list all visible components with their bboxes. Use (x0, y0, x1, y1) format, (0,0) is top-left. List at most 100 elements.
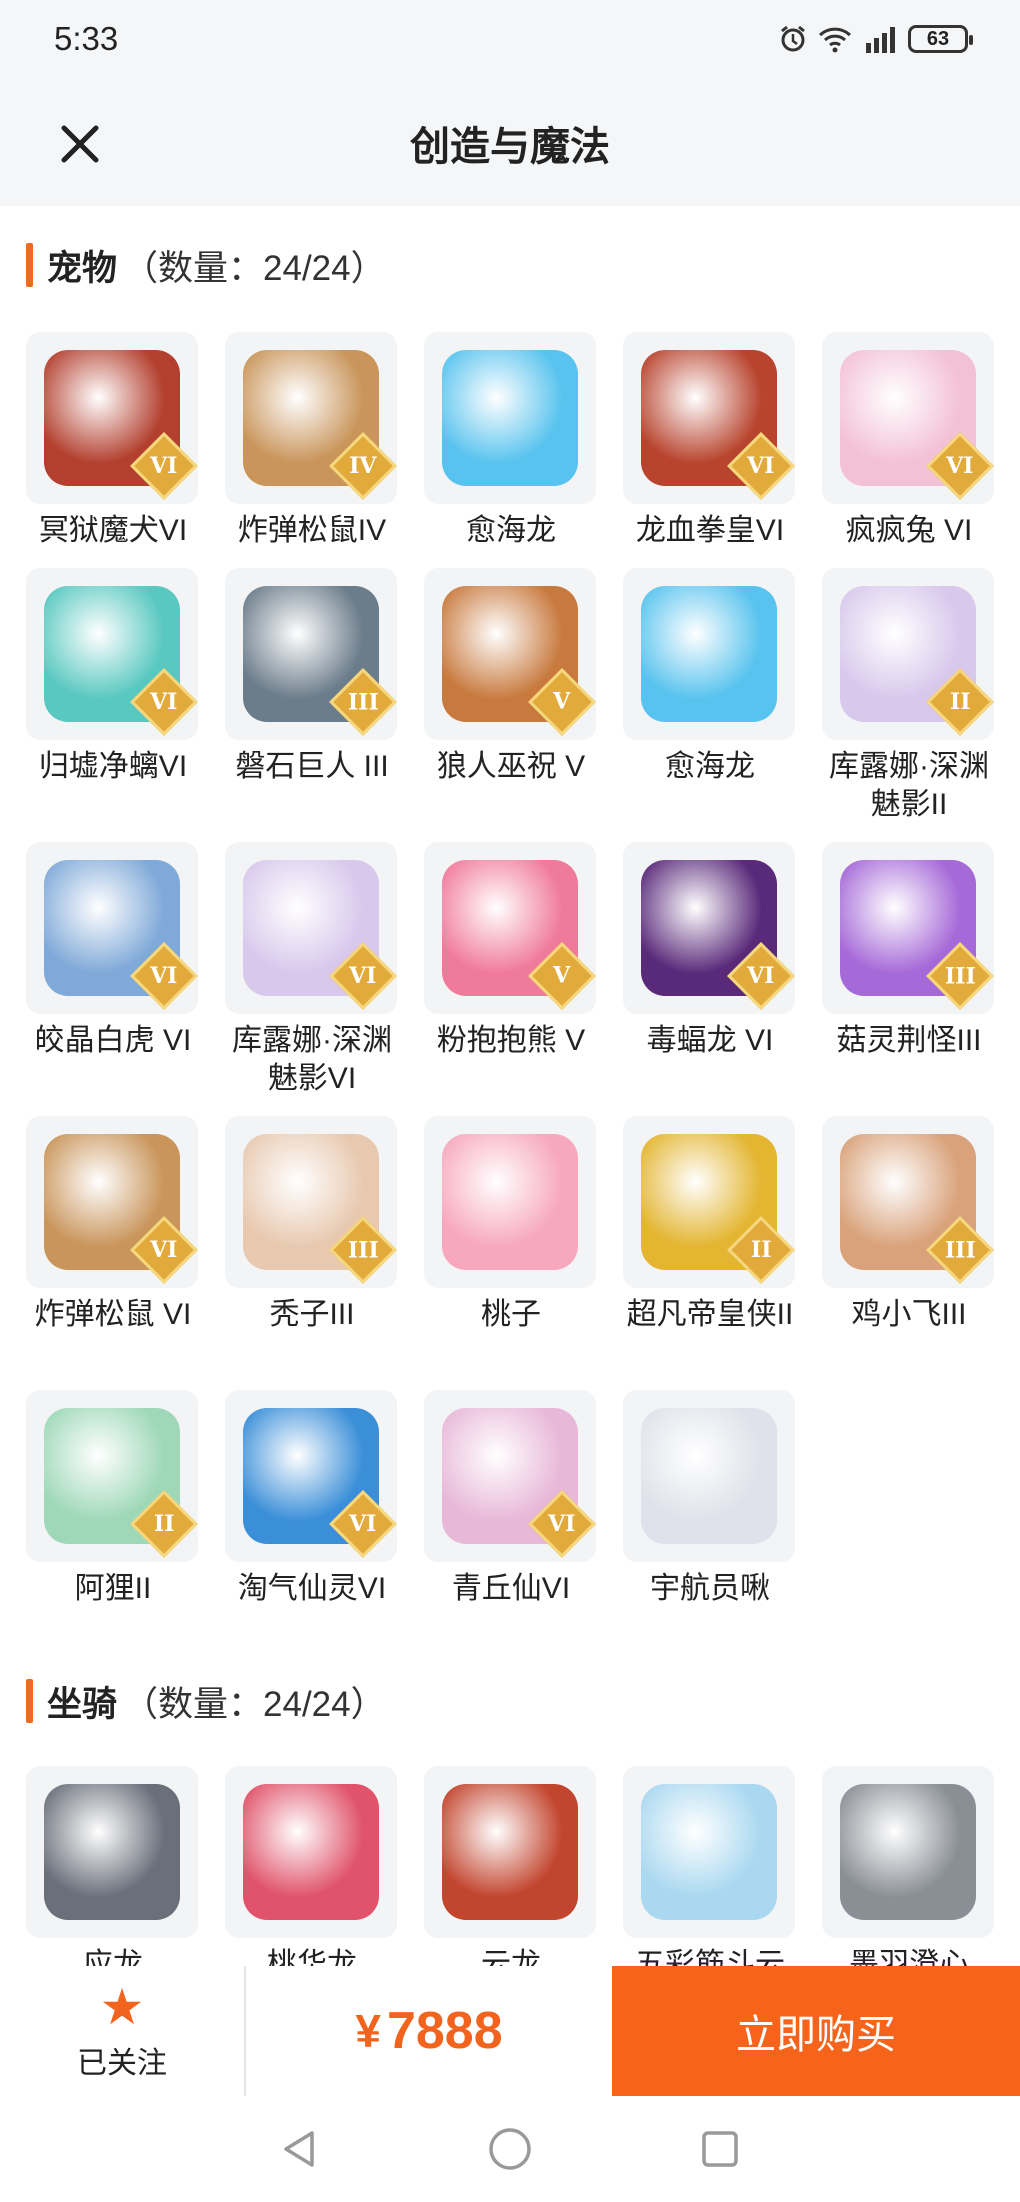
item-image (641, 1784, 777, 1920)
item-card[interactable]: III 菇灵荆怪III (822, 842, 996, 1060)
item-image (442, 1134, 578, 1270)
item-thumbnail: IV (225, 332, 397, 504)
alarm-icon (781, 25, 805, 52)
item-card[interactable]: II 阿狸II (26, 1390, 200, 1608)
section-header-mounts: 坐骑 （数量：24/24） (26, 1676, 386, 1726)
recents-square-icon (702, 2131, 738, 2167)
rank-label: VI (150, 453, 178, 479)
item-thumbnail (623, 1766, 795, 1938)
item-thumbnail (424, 1116, 596, 1288)
item-card[interactable]: V 狼人巫祝 V (424, 568, 598, 786)
item-name: 疯疯兔 VI (845, 514, 973, 547)
item-card[interactable]: VI 冥狱魔犬VI (26, 332, 200, 550)
item-name: 毒蝠龙 VI (646, 1024, 774, 1057)
item-thumbnail: VI (623, 842, 795, 1014)
item-card[interactable]: 宇航员啾 (623, 1390, 797, 1608)
item-card[interactable]: V 粉抱抱熊 V (424, 842, 598, 1060)
item-card[interactable]: VI 淘气仙灵VI (225, 1390, 399, 1608)
item-card[interactable]: 桃子 (424, 1116, 598, 1334)
item-card[interactable]: VI 皎晶白虎 VI (26, 842, 200, 1060)
system-nav-bar (0, 2096, 1020, 2202)
rank-label: VI (349, 963, 377, 989)
item-thumbnail: V (424, 568, 596, 740)
item-thumbnail (623, 1390, 795, 1562)
item-thumbnail: V (424, 842, 596, 1014)
item-card[interactable]: III 秃子III (225, 1116, 399, 1334)
item-card[interactable]: III 鸡小飞III (822, 1116, 996, 1334)
item-name: 冥狱魔犬VI (38, 514, 188, 547)
rank-label: II (949, 689, 971, 715)
item-card[interactable]: 应龙 (26, 1766, 200, 1966)
item-card[interactable]: VI 库露娜·深渊魅影VI (225, 842, 399, 1098)
item-thumbnail: VI (822, 332, 994, 504)
rank-label: IV (349, 453, 377, 479)
item-name: 淘气仙灵VI (237, 1572, 387, 1605)
item-name: 桃华龙 (267, 1948, 357, 1966)
item-card[interactable]: VI 炸弹松鼠 VI (26, 1116, 200, 1334)
item-card[interactable]: VI 疯疯兔 VI (822, 332, 996, 550)
item-card[interactable]: 墨羽澄心 (822, 1766, 996, 1966)
item-thumbnail: VI (26, 568, 198, 740)
recents-nav-button[interactable] (690, 2119, 750, 2179)
rank-label: II (153, 1511, 175, 1537)
back-nav-button[interactable] (270, 2119, 330, 2179)
item-name: 磐石巨人 III (235, 750, 389, 783)
rank-label: V (553, 688, 571, 715)
item-name: 青丘仙VI (451, 1572, 571, 1605)
item-card[interactable]: 云龙 (424, 1766, 598, 1966)
battery-indicator: 63 (908, 25, 973, 53)
item-image (243, 1784, 379, 1920)
item-name: 狼人巫祝 V (436, 750, 586, 783)
item-name: 超凡帝皇侠II (626, 1298, 794, 1331)
item-name: 皎晶白虎 VI (34, 1024, 192, 1057)
item-thumbnail: III (225, 568, 397, 740)
section-accent-bar (26, 243, 33, 287)
item-image (641, 586, 777, 722)
item-name: 龙血拳皇VI (635, 514, 785, 547)
item-name: 归墟净螭VI (38, 750, 188, 783)
item-card[interactable]: II 超凡帝皇侠II (623, 1116, 797, 1334)
item-card[interactable]: 愈海龙 (623, 568, 797, 786)
item-thumbnail: VI (225, 1390, 397, 1562)
item-image (442, 350, 578, 486)
item-thumbnail: III (822, 842, 994, 1014)
item-card[interactable]: 愈海龙 (424, 332, 598, 550)
item-card[interactable]: III 磐石巨人 III (225, 568, 399, 786)
item-thumbnail (424, 332, 596, 504)
rank-label: V (553, 962, 571, 989)
page-title: 创造与魔法 (410, 125, 610, 169)
item-thumbnail: VI (26, 842, 198, 1014)
item-card[interactable]: VI 毒蝠龙 VI (623, 842, 797, 1060)
item-card[interactable]: II 库露娜·深渊魅影II (822, 568, 996, 824)
buy-now-button[interactable]: 立即购买 (612, 1966, 1020, 2096)
follow-button[interactable]: ★ 已关注 (0, 1966, 244, 2096)
rank-label: VI (548, 1511, 576, 1537)
status-time: 5:33 (54, 20, 119, 57)
item-thumbnail: VI (225, 842, 397, 1014)
item-name: 炸弹松鼠IV (237, 514, 387, 547)
home-nav-button[interactable] (480, 2119, 540, 2179)
rank-label: III (347, 689, 379, 715)
item-card[interactable]: 桃华龙 (225, 1766, 399, 1966)
item-card[interactable]: VI 青丘仙VI (424, 1390, 598, 1608)
item-name: 炸弹松鼠 VI (34, 1298, 192, 1331)
price-symbol: ¥ (355, 2005, 381, 2057)
rank-label: VI (747, 453, 775, 479)
item-thumbnail: VI (26, 1116, 198, 1288)
back-triangle-icon (284, 2131, 314, 2167)
item-card[interactable]: 五彩筋斗云 (623, 1766, 797, 1966)
item-image (641, 1408, 777, 1544)
follow-label: 已关注 (77, 2047, 167, 2080)
rank-label: VI (946, 453, 974, 479)
item-name: 宇航员啾 (650, 1572, 770, 1605)
bottom-bar: ★ 已关注 ¥ 7888 立即购买 (0, 1966, 1020, 2096)
item-card[interactable]: IV 炸弹松鼠IV (225, 332, 399, 550)
price: ¥ 7888 (246, 1966, 612, 2096)
content-scroll-area[interactable]: 宠物 （数量：24/24） VI 冥狱魔犬VI IV 炸弹松鼠IV 愈海龙 VI 龙血拳皇V… (0, 206, 1020, 1966)
item-card[interactable]: VI 龙血拳皇VI (623, 332, 797, 550)
item-name: 库露娜·深渊魅影II (829, 750, 989, 821)
item-card[interactable]: VI 归墟净螭VI (26, 568, 200, 786)
item-thumbnail (26, 1766, 198, 1938)
item-name: 愈海龙 (466, 514, 556, 547)
item-name: 菇灵荆怪III (836, 1024, 982, 1057)
